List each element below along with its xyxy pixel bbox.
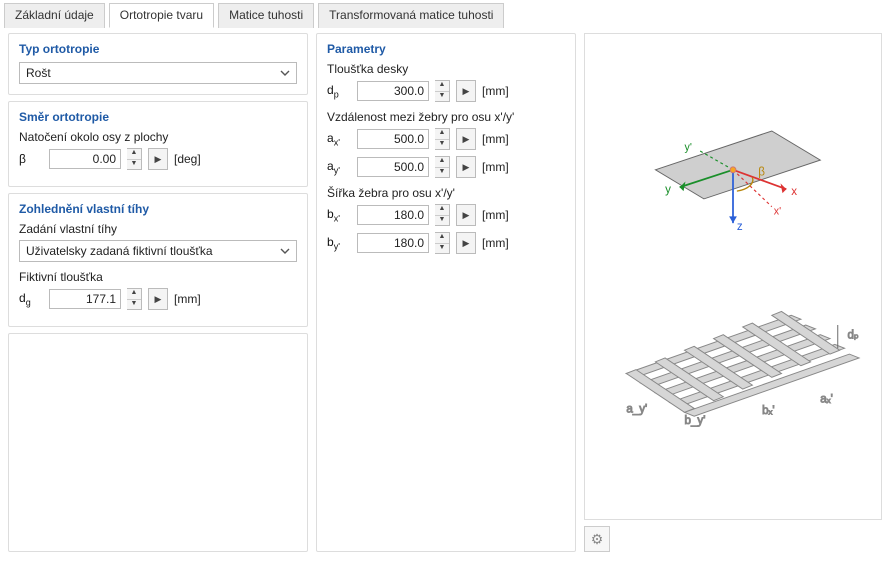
- symbol-ax: ax': [327, 131, 351, 147]
- unit-mm: [mm]: [482, 84, 509, 98]
- view-settings-button[interactable]: ⚙: [584, 526, 610, 552]
- svg-text:z: z: [737, 220, 743, 233]
- heading-parameters: Parametry: [327, 42, 565, 56]
- unit-mm: [mm]: [482, 236, 509, 250]
- step-button-ay[interactable]: ▶: [456, 156, 476, 178]
- tab-stiffness-matrix[interactable]: Matice tuhosti: [218, 3, 314, 28]
- spinner-bx[interactable]: ▲▼: [435, 204, 450, 226]
- unit-deg: [deg]: [174, 152, 201, 166]
- select-sw-method[interactable]: Uživatelsky zadaná fiktivní tloušťka: [19, 240, 297, 262]
- symbol-bx: bx': [327, 207, 351, 223]
- svg-text:y: y: [665, 183, 671, 196]
- unit-mm: [mm]: [482, 132, 509, 146]
- label-plate-thickness: Tloušťka desky: [327, 62, 565, 76]
- panel-left-empty: [8, 333, 308, 552]
- symbol-beta: β: [19, 152, 43, 166]
- preview-pane: x x' y y' z β: [584, 33, 882, 520]
- svg-text:x: x: [791, 185, 797, 198]
- input-dp[interactable]: 300.0: [357, 81, 429, 101]
- symbol-dg: dg: [19, 291, 43, 307]
- unit-mm: [mm]: [174, 292, 201, 306]
- label-rib-distance: Vzdálenost mezi žebry pro osu x'/y': [327, 110, 565, 124]
- label-rotation: Natočení okolo osy z plochy: [19, 130, 297, 144]
- step-button-dp[interactable]: ▶: [456, 80, 476, 102]
- input-ay[interactable]: 500.0: [357, 157, 429, 177]
- input-by[interactable]: 180.0: [357, 233, 429, 253]
- symbol-ay: ay': [327, 159, 351, 175]
- svg-text:a_y': a_y': [626, 402, 647, 415]
- svg-text:aₓ': aₓ': [820, 393, 833, 406]
- panel-parameters: Parametry Tloušťka desky dp 300.0 ▲▼ ▶ […: [316, 33, 576, 552]
- panel-orthotropy-direction: Směr ortotropie Natočení okolo osy z plo…: [8, 101, 308, 187]
- svg-text:b_y': b_y': [685, 414, 706, 427]
- tab-bar: Základní údaje Ortotropie tvaru Matice t…: [0, 0, 890, 27]
- spinner-beta[interactable]: ▲▼: [127, 148, 142, 170]
- svg-text:x': x': [774, 205, 781, 217]
- panel-self-weight: Zohlednění vlastní tíhy Zadání vlastní t…: [8, 193, 308, 327]
- tab-basic[interactable]: Základní údaje: [4, 3, 105, 28]
- step-button-dg[interactable]: ▶: [148, 288, 168, 310]
- spinner-dg[interactable]: ▲▼: [127, 288, 142, 310]
- gear-icon: ⚙: [591, 531, 604, 548]
- step-button-bx[interactable]: ▶: [456, 204, 476, 226]
- heading-orthotropy-direction: Směr ortotropie: [19, 110, 297, 124]
- step-button-beta[interactable]: ▶: [148, 148, 168, 170]
- chevron-down-icon: [278, 244, 292, 258]
- panel-orthotropy-type: Typ ortotropie Rošt: [8, 33, 308, 95]
- spinner-dp[interactable]: ▲▼: [435, 80, 450, 102]
- label-sw-method: Zadání vlastní tíhy: [19, 222, 297, 236]
- heading-self-weight: Zohlednění vlastní tíhy: [19, 202, 297, 216]
- svg-text:β: β: [758, 166, 765, 179]
- select-orthotropy-type-value: Rošt: [26, 66, 278, 80]
- label-rib-width: Šířka žebra pro osu x'/y': [327, 186, 565, 200]
- input-dg[interactable]: 177.1: [49, 289, 121, 309]
- select-orthotropy-type[interactable]: Rošt: [19, 62, 297, 84]
- step-button-ax[interactable]: ▶: [456, 128, 476, 150]
- svg-text:dₚ: dₚ: [847, 329, 858, 342]
- input-beta[interactable]: 0.00: [49, 149, 121, 169]
- tab-orthotropy-shape[interactable]: Ortotropie tvaru: [109, 3, 214, 28]
- svg-text:y': y': [685, 141, 692, 153]
- unit-mm: [mm]: [482, 208, 509, 222]
- spinner-ay[interactable]: ▲▼: [435, 156, 450, 178]
- chevron-down-icon: [278, 66, 292, 80]
- spinner-by[interactable]: ▲▼: [435, 232, 450, 254]
- unit-mm: [mm]: [482, 160, 509, 174]
- tab-transformed-matrix[interactable]: Transformovaná matice tuhosti: [318, 3, 504, 28]
- step-button-by[interactable]: ▶: [456, 232, 476, 254]
- svg-text:bₓ': bₓ': [762, 404, 775, 417]
- heading-orthotropy-type: Typ ortotropie: [19, 42, 297, 56]
- select-sw-method-value: Uživatelsky zadaná fiktivní tloušťka: [26, 244, 278, 258]
- label-fictive-thickness: Fiktivní tloušťka: [19, 270, 297, 284]
- input-bx[interactable]: 180.0: [357, 205, 429, 225]
- spinner-ax[interactable]: ▲▼: [435, 128, 450, 150]
- input-ax[interactable]: 500.0: [357, 129, 429, 149]
- symbol-dp: dp: [327, 83, 351, 99]
- symbol-by: by': [327, 235, 351, 251]
